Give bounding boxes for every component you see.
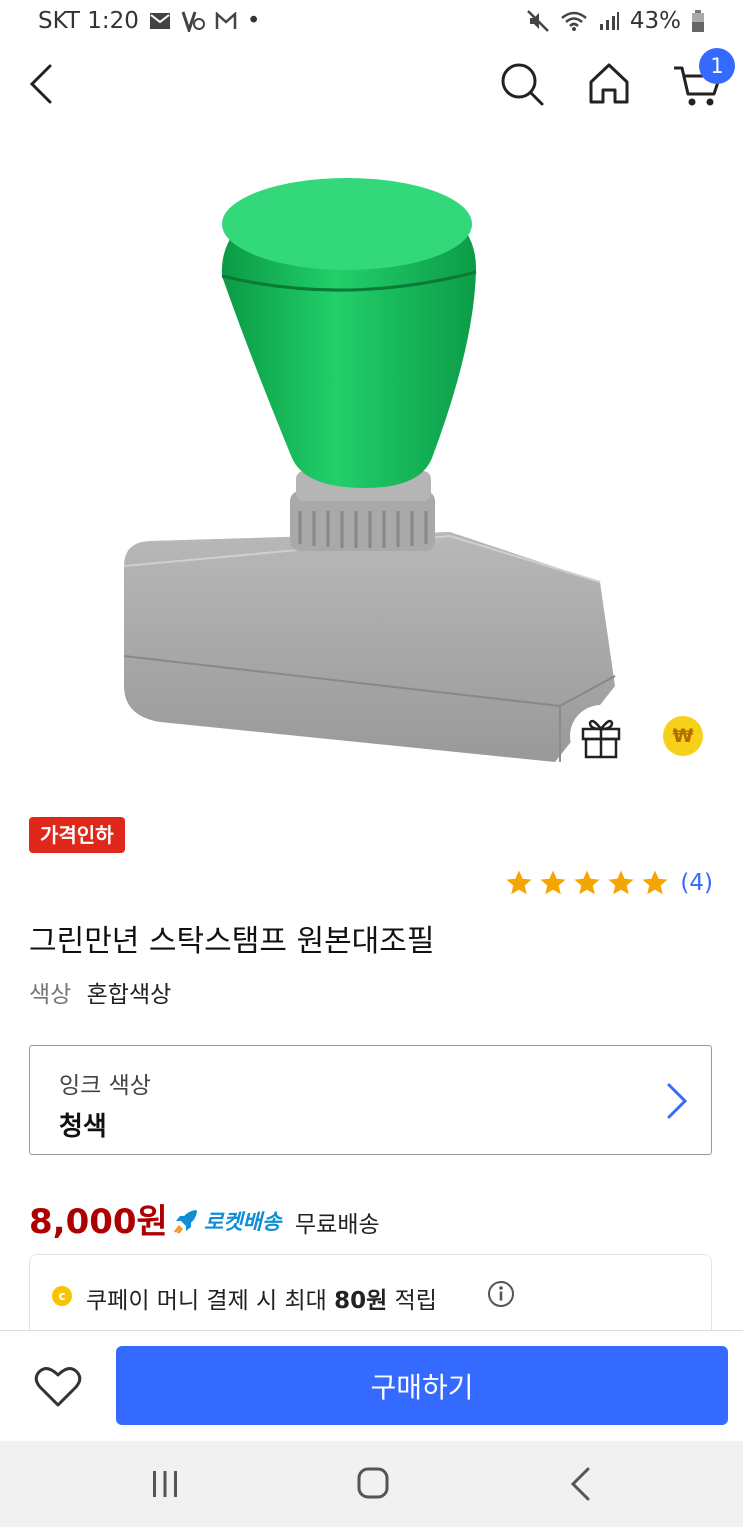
back-button[interactable] bbox=[22, 60, 66, 108]
info-icon[interactable] bbox=[487, 1280, 515, 1308]
color-label: 색상 bbox=[29, 982, 72, 1008]
heart-icon bbox=[34, 1367, 82, 1407]
buy-button[interactable]: 구매하기 bbox=[116, 1346, 728, 1425]
rocket-icon bbox=[174, 1210, 197, 1234]
rating[interactable]: (4) bbox=[504, 868, 713, 898]
ink-color-label: 잉크 색상 bbox=[59, 1073, 151, 1099]
search-icon bbox=[501, 63, 544, 106]
star-icon bbox=[540, 870, 566, 895]
status-right: 43% bbox=[526, 8, 705, 34]
coin-icon: c bbox=[52, 1286, 72, 1306]
search-button[interactable] bbox=[496, 58, 548, 110]
review-count[interactable]: (4) bbox=[680, 870, 713, 896]
vpn-icon bbox=[181, 10, 205, 32]
product-image[interactable] bbox=[0, 96, 743, 796]
color-row: 색상 혼합색상 bbox=[29, 975, 171, 1009]
rocket-delivery-label: 로켓배송 bbox=[204, 1210, 282, 1234]
free-shipping: 무료배송 bbox=[295, 1212, 380, 1238]
discount-tag: 가격인하 bbox=[29, 817, 125, 853]
ink-color-value: 청색 bbox=[59, 1112, 107, 1142]
carrier-time: SKT 1:20 bbox=[38, 8, 139, 34]
rocket-delivery-badge: 로켓배송 bbox=[172, 1206, 281, 1236]
mute-icon bbox=[526, 9, 550, 33]
battery-percent: 43% bbox=[629, 8, 681, 34]
battery-icon bbox=[691, 9, 705, 33]
home-icon bbox=[589, 63, 629, 104]
wishlist-button[interactable] bbox=[30, 1361, 86, 1413]
coupay-reward-text: 쿠페이 머니 결제 시 최대 80원 적립 bbox=[86, 1281, 437, 1315]
color-value: 혼합색상 bbox=[86, 982, 172, 1008]
wifi-icon bbox=[560, 10, 588, 32]
recent-apps-icon[interactable] bbox=[148, 1467, 182, 1501]
status-dot: • bbox=[246, 8, 261, 34]
coupay-amount: 80원 bbox=[334, 1288, 388, 1314]
back-arrow-icon bbox=[29, 64, 52, 104]
cart-count-badge: 1 bbox=[699, 48, 735, 84]
stamp-illustration bbox=[123, 178, 616, 762]
chevron-right-icon bbox=[667, 1083, 688, 1119]
star-icon bbox=[608, 870, 634, 895]
star-icon bbox=[642, 870, 668, 895]
gift-button[interactable] bbox=[570, 705, 632, 767]
status-left: SKT 1:20 • bbox=[38, 8, 260, 34]
coupay-text-before: 쿠페이 머니 결제 시 최대 bbox=[86, 1288, 335, 1314]
mail-icon bbox=[149, 12, 171, 30]
system-back-icon[interactable] bbox=[568, 1465, 594, 1503]
gift-icon bbox=[581, 719, 621, 759]
system-home-icon[interactable] bbox=[355, 1465, 391, 1501]
price: 8,000원 bbox=[29, 1202, 168, 1242]
ink-color-selector[interactable]: 잉크 색상 청색 bbox=[29, 1045, 712, 1155]
star-icon bbox=[574, 870, 600, 895]
status-bar: SKT 1:20 • 43% bbox=[0, 0, 743, 46]
product-title: 그린만년 스탁스탬프 원본대조필 bbox=[29, 924, 435, 959]
gmail-icon bbox=[215, 12, 237, 30]
home-button[interactable] bbox=[583, 58, 635, 110]
coupay-text-after: 적립 bbox=[387, 1288, 437, 1314]
star-icon bbox=[506, 870, 532, 895]
system-nav-bar bbox=[0, 1441, 743, 1527]
bottom-action-bar: 구매하기 bbox=[0, 1330, 743, 1441]
signal-icon bbox=[598, 10, 620, 32]
won-coin-icon: ₩ bbox=[663, 716, 703, 756]
